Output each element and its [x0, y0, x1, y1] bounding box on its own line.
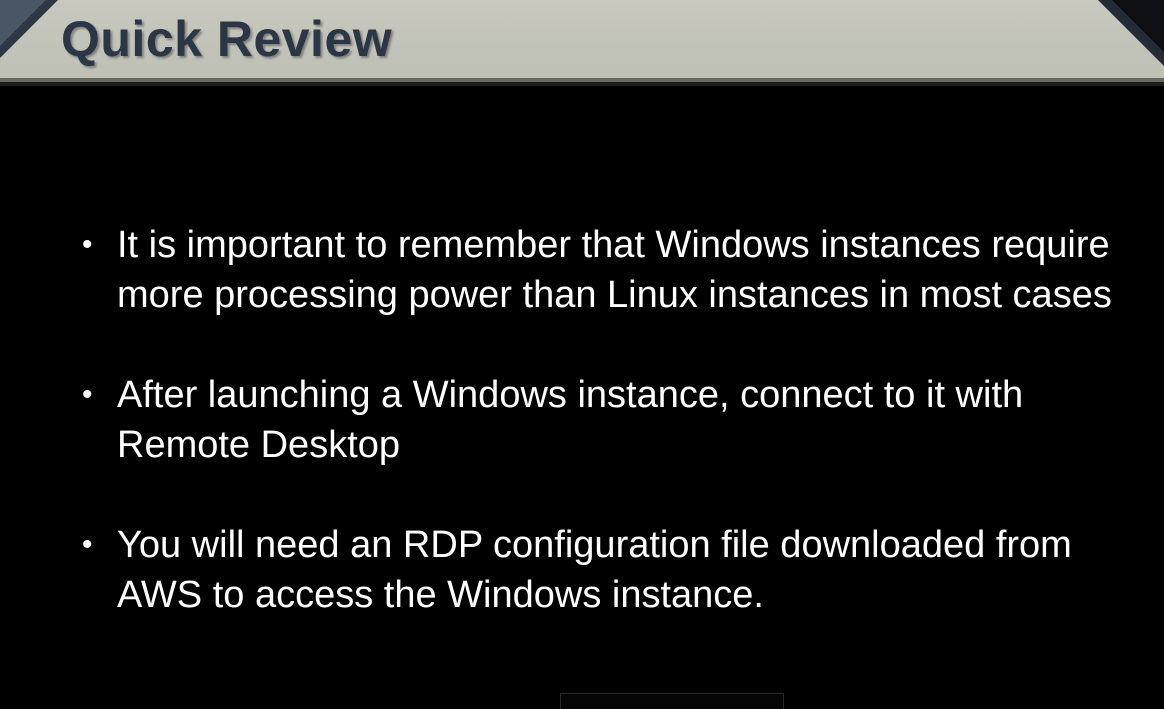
slide-title: Quick Review [61, 11, 393, 67]
bullet-item: • After launching a Windows instance, co… [82, 370, 1162, 470]
corner-accent-left-inner [0, 0, 46, 46]
bullet-item: • You will need an RDP configuration fil… [82, 520, 1162, 620]
bullet-icon: • [82, 528, 93, 561]
title-bar-divider [0, 82, 1164, 86]
bullet-icon: • [82, 228, 93, 261]
bullet-text: After launching a Windows instance, conn… [117, 374, 1024, 466]
title-bar: Quick Review [0, 0, 1164, 78]
slide: Quick Review • It is important to rememb… [0, 0, 1164, 709]
bullet-list: • It is important to remember that Windo… [82, 220, 1162, 670]
bullet-icon: • [82, 378, 93, 411]
bullet-text: You will need an RDP configuration file … [117, 524, 1072, 616]
player-control-strip [560, 693, 784, 709]
bullet-text: It is important to remember that Windows… [117, 224, 1112, 316]
bullet-item: • It is important to remember that Windo… [82, 220, 1162, 320]
corner-accent-right-inner [1112, 0, 1164, 52]
